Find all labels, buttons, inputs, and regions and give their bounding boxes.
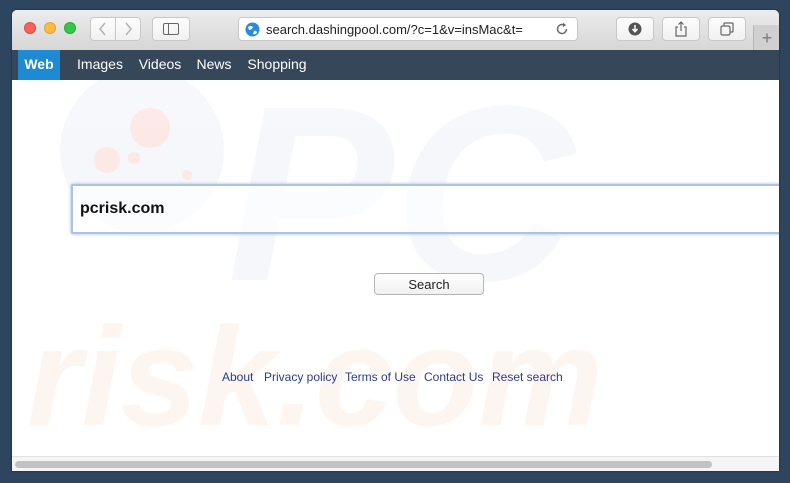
back-button[interactable] bbox=[90, 17, 116, 41]
share-button[interactable] bbox=[662, 17, 700, 41]
footer-link-terms-of-use[interactable]: Terms of Use bbox=[345, 370, 416, 384]
zoom-window-button[interactable] bbox=[64, 22, 76, 34]
browser-window: search.dashingpool.com/?c=1&v=insMac&t= … bbox=[12, 10, 779, 471]
share-icon bbox=[675, 21, 687, 37]
scrollbar-thumb[interactable] bbox=[15, 461, 712, 468]
sidebar-icon bbox=[163, 23, 179, 35]
chevron-right-icon bbox=[125, 22, 133, 36]
horizontal-scrollbar[interactable] bbox=[12, 456, 779, 471]
forward-button[interactable] bbox=[115, 17, 141, 41]
site-nav-bar: Web Images Videos News Shopping bbox=[12, 50, 779, 80]
url-text: search.dashingpool.com/?c=1&v=insMac&t= bbox=[266, 21, 523, 37]
download-icon bbox=[628, 22, 642, 36]
show-all-tabs-button[interactable] bbox=[708, 17, 746, 41]
chevron-left-icon bbox=[98, 22, 106, 36]
tab-news[interactable]: News bbox=[193, 50, 235, 80]
footer-link-privacy-policy[interactable]: Privacy policy bbox=[264, 370, 337, 384]
footer-link-about[interactable]: About bbox=[222, 370, 253, 384]
search-input[interactable] bbox=[71, 184, 779, 234]
address-bar[interactable]: search.dashingpool.com/?c=1&v=insMac&t= bbox=[238, 17, 578, 41]
minimize-window-button[interactable] bbox=[44, 22, 56, 34]
browser-toolbar: search.dashingpool.com/?c=1&v=insMac&t= … bbox=[12, 10, 779, 51]
tab-videos[interactable]: Videos bbox=[136, 50, 184, 80]
tab-web[interactable]: Web bbox=[18, 50, 60, 80]
tab-images[interactable]: Images bbox=[74, 50, 126, 80]
tabs-icon bbox=[720, 22, 734, 36]
footer-link-reset-search[interactable]: Reset search bbox=[492, 370, 563, 384]
downloads-button[interactable] bbox=[616, 17, 654, 41]
close-window-button[interactable] bbox=[24, 22, 36, 34]
page-content: PC risk.com Search About Privacy policy … bbox=[12, 80, 779, 471]
footer-link-contact-us[interactable]: Contact Us bbox=[424, 370, 483, 384]
sidebar-toggle-button[interactable] bbox=[152, 17, 190, 41]
reload-icon[interactable] bbox=[555, 22, 569, 36]
search-button[interactable]: Search bbox=[374, 273, 484, 295]
new-tab-button[interactable]: + bbox=[753, 25, 779, 50]
globe-icon bbox=[245, 22, 260, 36]
tab-shopping[interactable]: Shopping bbox=[244, 50, 310, 80]
